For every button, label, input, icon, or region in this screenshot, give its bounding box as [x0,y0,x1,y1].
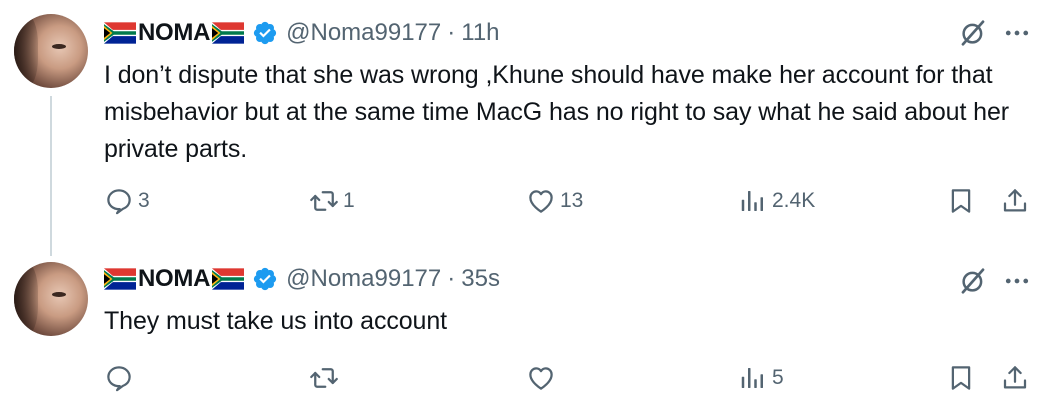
views-button[interactable]: 5 [738,361,784,395]
more-icon[interactable] [1002,266,1032,296]
avatar[interactable] [14,14,88,88]
repost-button[interactable] [309,361,343,395]
separator-dot: · [447,265,456,292]
reply-count: 3 [138,189,150,212]
tweet-header: NOMA @Noma99177 · 11h [104,16,500,50]
verified-badge-icon[interactable] [252,20,278,46]
separator-dot: · [447,19,456,46]
share-button[interactable] [1000,184,1030,218]
repost-icon [309,363,339,393]
views-icon [738,186,768,216]
grok-icon[interactable] [958,266,988,296]
views-count: 2.4K [772,189,816,212]
timestamp[interactable]: 35s [461,265,500,293]
share-icon [1000,363,1030,393]
bookmark-button[interactable] [946,184,976,218]
user-handle[interactable]: @Noma99177 [286,19,441,47]
tweet-header: NOMA @Noma99177 · 35s [104,262,500,296]
tweet-top-actions [958,18,1032,48]
tweet-text: I don’t dispute that she was wrong ,Khun… [104,61,1009,163]
repost-icon [309,186,339,216]
views-icon [738,363,768,393]
like-button[interactable]: 13 [526,184,583,218]
timestamp[interactable]: 11h [461,19,499,47]
more-icon[interactable] [1002,18,1032,48]
like-count: 13 [560,189,584,212]
tweet-text: They must take us into account [104,307,448,335]
avatar[interactable] [14,262,88,336]
grok-icon[interactable] [958,18,988,48]
views-button[interactable]: 2.4K [738,184,815,218]
tweet-actions: 5 [104,361,1034,395]
share-button[interactable] [1000,361,1030,395]
user-handle[interactable]: @Noma99177 [286,265,441,293]
south-africa-flag-icon [104,268,136,290]
south-africa-flag-icon [212,268,244,290]
bookmark-button[interactable] [946,361,976,395]
bookmark-icon [946,186,976,216]
verified-badge-icon[interactable] [252,266,278,292]
reply-icon [104,186,134,216]
south-africa-flag-icon [212,22,244,44]
repost-button[interactable]: 1 [309,184,355,218]
repost-count: 1 [343,189,355,212]
views-count: 5 [772,366,784,389]
bookmark-icon [946,363,976,393]
share-icon [1000,186,1030,216]
tweet[interactable]: NOMA @Noma99177 · 11h I don’t dispute th… [0,0,1044,252]
display-name[interactable]: NOMA [138,265,210,293]
tweet-actions: 3 1 13 2.4K [104,184,1034,218]
heart-icon [526,363,556,393]
south-africa-flag-icon [104,22,136,44]
reply-button[interactable] [104,361,138,395]
heart-icon [526,186,556,216]
display-name[interactable]: NOMA [138,19,210,47]
like-button[interactable] [526,361,560,395]
tweet[interactable]: NOMA @Noma99177 · 35s They must take us … [0,252,1044,404]
reply-button[interactable]: 3 [104,184,150,218]
reply-icon [104,363,134,393]
tweet-top-actions [958,266,1032,296]
